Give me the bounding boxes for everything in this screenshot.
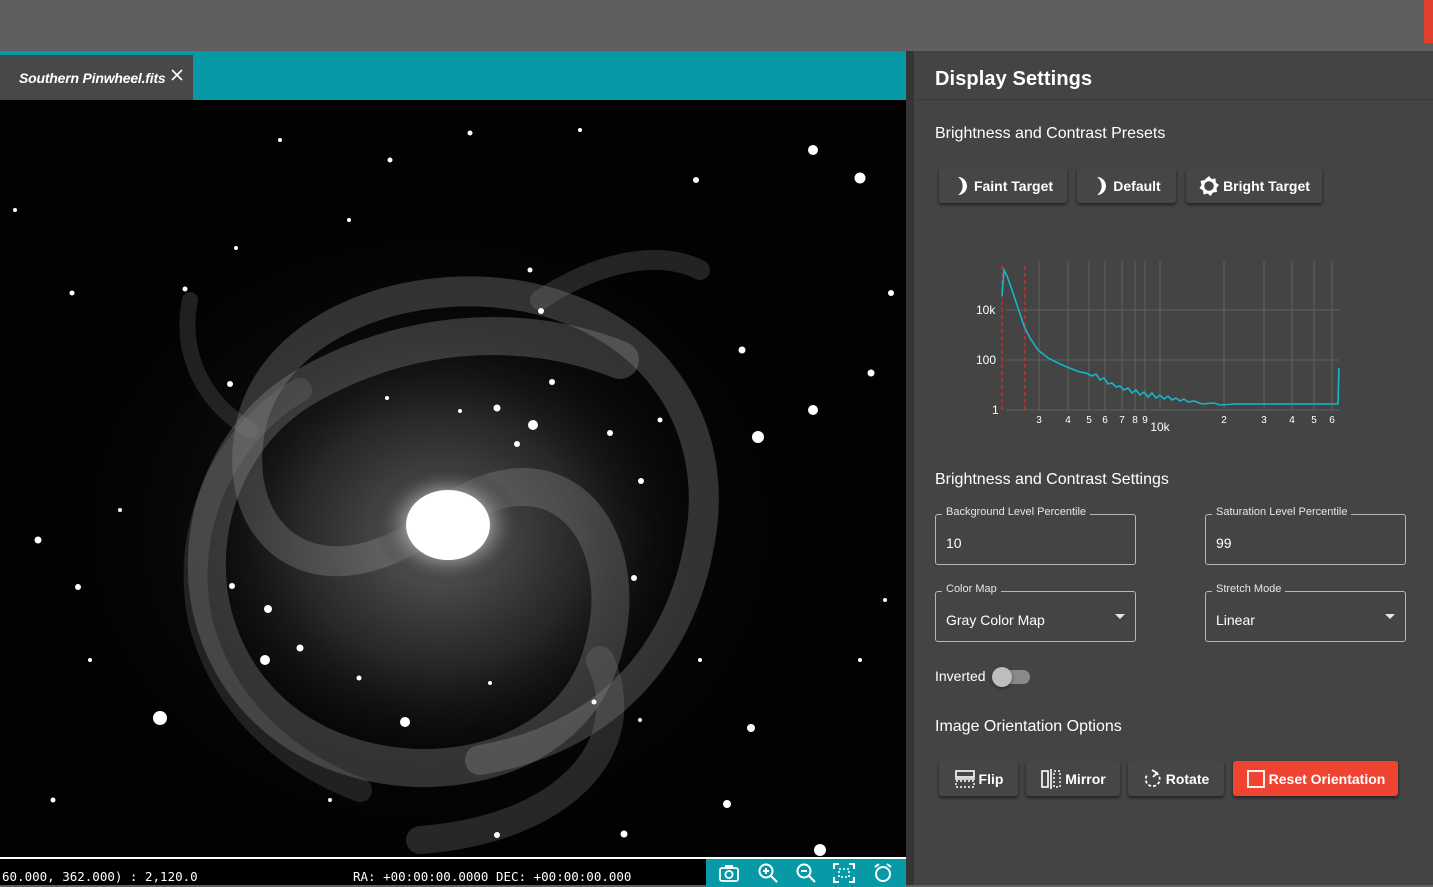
saturation-level-value[interactable]: 99	[1216, 535, 1232, 551]
stretch-mode-label: Stretch Mode	[1212, 583, 1286, 595]
settings-title: Brightness and Contrast Settings	[935, 471, 1169, 488]
panel-title: Display Settings	[935, 68, 1093, 90]
chevron-down-icon[interactable]	[1385, 614, 1395, 619]
rotate-label: Rotate	[1165, 770, 1210, 787]
x-tick: 4	[1289, 415, 1295, 426]
top-bar	[0, 0, 1433, 51]
mirror-button[interactable]: Mirror	[1026, 761, 1120, 796]
bright-target-button[interactable]: Bright Target	[1186, 168, 1322, 203]
background-level-label: Background Level Percentile	[942, 506, 1091, 518]
mirror-label: Mirror	[1065, 770, 1106, 787]
y-tick-1: 1	[992, 403, 999, 417]
color-map-label: Color Map	[942, 583, 1001, 595]
inverted-label: Inverted	[935, 668, 986, 684]
color-map-select[interactable]: Color Map Gray Color Map	[935, 583, 1136, 642]
zoom-out-icon[interactable]	[794, 861, 818, 885]
fit-screen-icon[interactable]	[832, 861, 856, 885]
flip-icon	[954, 769, 975, 788]
stretch-mode-value: Linear	[1216, 612, 1255, 628]
flip-label: Flip	[978, 770, 1004, 787]
close-icon[interactable]	[170, 68, 184, 82]
half-moon-icon	[1097, 176, 1107, 195]
x-tick: 6	[1329, 415, 1335, 426]
x-tick: 8	[1132, 415, 1138, 426]
faint-target-label: Faint Target	[973, 177, 1054, 194]
reset-zoom-icon[interactable]	[871, 861, 895, 885]
viewer-toolbar	[706, 859, 906, 887]
x-tick: 3	[1036, 415, 1042, 426]
top-bar-accent	[1424, 0, 1433, 43]
camera-icon[interactable]	[717, 861, 741, 885]
bright-target-label: Bright Target	[1223, 177, 1310, 194]
faint-target-button[interactable]: Faint Target	[939, 168, 1067, 203]
color-map-value: Gray Color Map	[946, 612, 1045, 628]
x-tick: 5	[1311, 415, 1317, 426]
tab-strip: Southern Pinwheel.fits	[0, 51, 906, 100]
half-moon-icon	[957, 176, 967, 195]
histogram-line	[1001, 267, 1340, 406]
mirror-icon	[1041, 768, 1061, 789]
saturation-level-label: Saturation Level Percentile	[1212, 506, 1352, 518]
x-tick: 3	[1261, 415, 1267, 426]
sun-icon	[1199, 175, 1220, 196]
inverted-toggle[interactable]	[992, 667, 1030, 687]
toggle-knob[interactable]	[992, 667, 1012, 687]
x-tick: 6	[1102, 415, 1108, 426]
zoom-in-icon[interactable]	[756, 861, 780, 885]
tab-file[interactable]: Southern Pinwheel.fits	[0, 55, 193, 100]
tab-label: Southern Pinwheel.fits	[19, 69, 166, 86]
panel-divider[interactable]	[906, 51, 914, 885]
rotate-icon	[1144, 768, 1161, 787]
default-preset-button[interactable]: Default	[1077, 168, 1176, 203]
background-level-value[interactable]: 10	[946, 535, 962, 551]
chevron-down-icon[interactable]	[1115, 614, 1125, 619]
panel-header: Display Settings	[914, 51, 1433, 100]
saturation-level-field[interactable]: Saturation Level Percentile 99	[1205, 506, 1406, 565]
histogram-chart: 10k 100 1 3 4 5 6 7 8 9 10k 2 3 4 5 6	[976, 261, 1340, 434]
x-tick: 2	[1221, 415, 1227, 426]
galaxy-image	[10, 128, 894, 857]
x-tick: 4	[1065, 415, 1071, 426]
rotate-button[interactable]: Rotate	[1128, 761, 1224, 796]
x-tick: 7	[1119, 415, 1125, 426]
flip-button[interactable]: Flip	[939, 761, 1018, 796]
reset-orientation-label: Reset Orientation	[1268, 770, 1386, 787]
x-tick: 5	[1086, 415, 1092, 426]
reset-orientation-button[interactable]: Reset Orientation	[1233, 761, 1398, 796]
ra-dec-readout: RA: +00:00:00.0000 DEC: +00:00:00.000	[353, 869, 632, 884]
x-tick: 9	[1142, 415, 1148, 426]
status-bar: 60.000, 362.000) : 2,120.0 RA: +00:00:00…	[0, 857, 906, 887]
y-tick-100: 100	[976, 353, 996, 367]
stretch-mode-select[interactable]: Stretch Mode Linear	[1205, 583, 1406, 642]
presets-title: Brightness and Contrast Presets	[935, 125, 1166, 142]
background-level-field[interactable]: Background Level Percentile 10	[935, 506, 1136, 565]
pixel-readout: 60.000, 362.000) : 2,120.0	[2, 869, 198, 884]
image-viewer[interactable]	[0, 100, 906, 857]
x-tick: 10k	[1150, 420, 1170, 434]
reset-square-icon	[1246, 769, 1265, 788]
default-preset-label: Default	[1113, 177, 1161, 194]
display-settings-panel: Display Settings Brightness and Contrast…	[914, 51, 1433, 885]
orientation-title: Image Orientation Options	[935, 718, 1122, 735]
y-tick-10k: 10k	[976, 303, 996, 317]
